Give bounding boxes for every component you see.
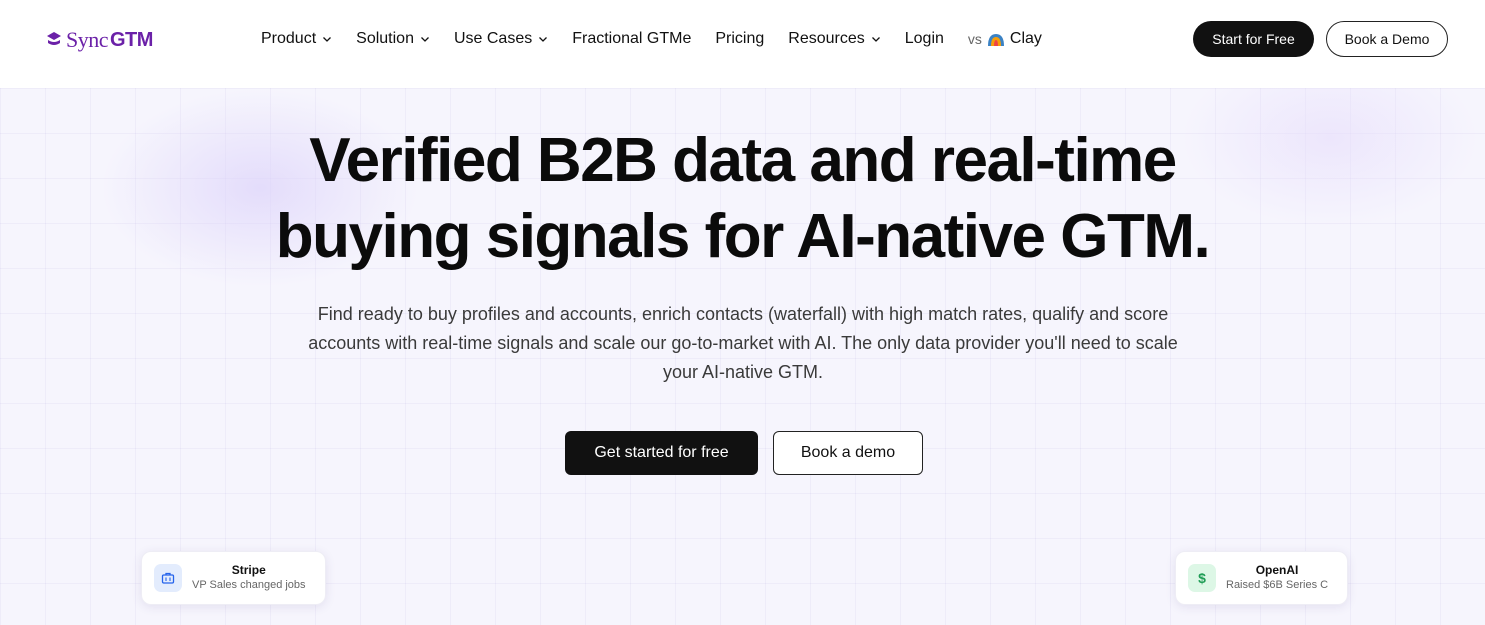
vs-prefix: vs xyxy=(967,31,982,47)
menu-label: Resources xyxy=(788,30,865,47)
chevron-down-icon xyxy=(539,37,548,42)
signal-card-stripe: Stripe VP Sales changed jobs xyxy=(141,551,326,605)
chevron-down-icon xyxy=(323,37,332,42)
book-demo-button[interactable]: Book a demo xyxy=(773,431,923,475)
card-subtitle: VP Sales changed jobs xyxy=(192,579,306,591)
hero-headline-line2: buying signals for AI-native GTM. xyxy=(275,202,1211,271)
menu-item-solution[interactable]: Solution xyxy=(356,30,430,48)
clay-logo-icon xyxy=(987,34,1004,46)
vs-label: Clay xyxy=(1009,30,1042,47)
hero-section: Verified B2B data and real-time buying s… xyxy=(0,88,1485,625)
menu-item-use-cases[interactable]: Use Cases xyxy=(454,30,548,48)
menu-label: Use Cases xyxy=(453,30,533,47)
menu-item-product[interactable]: Product xyxy=(261,30,332,48)
menu-item-login[interactable]: Login xyxy=(905,30,944,48)
card-title: OpenAI xyxy=(1255,563,1299,577)
logo-mark-icon xyxy=(47,32,61,45)
menu-label: Login xyxy=(904,30,944,47)
main-menu: Product Solution Use Cases Fractional GT… xyxy=(261,28,1042,50)
menu-label: Solution xyxy=(356,30,414,47)
card-subtitle: Raised $6B Series C xyxy=(1226,579,1329,591)
card-text: Stripe VP Sales changed jobs xyxy=(192,563,306,593)
signal-card-openai: $ OpenAI Raised $6B Series C xyxy=(1175,551,1348,605)
start-for-free-button[interactable]: Start for Free xyxy=(1193,21,1314,57)
get-started-button[interactable]: Get started for free xyxy=(565,431,758,475)
menu-item-pricing[interactable]: Pricing xyxy=(715,30,764,48)
briefcase-icon xyxy=(154,564,182,592)
menu-label: Fractional GTMe xyxy=(572,30,692,47)
syncgtm-logo[interactable]: Sync GTM xyxy=(46,27,153,53)
book-a-demo-button[interactable]: Book a Demo xyxy=(1326,21,1448,57)
logo-text-gtm: GTM xyxy=(110,28,153,51)
menu-label: Product xyxy=(261,30,317,47)
chevron-down-icon xyxy=(421,37,429,42)
menu-label: Pricing xyxy=(715,30,765,47)
menu-item-fractional-gtme[interactable]: Fractional GTMe xyxy=(572,30,691,48)
dollar-icon: $ xyxy=(1188,564,1216,592)
hero-headline-line1: Verified B2B data and real-time xyxy=(309,126,1177,195)
card-text: OpenAI Raised $6B Series C xyxy=(1226,563,1328,593)
menu-item-resources[interactable]: Resources xyxy=(788,30,880,48)
vs-clay-link[interactable]: vs Clay xyxy=(968,30,1042,48)
card-title: Stripe xyxy=(231,563,266,577)
chevron-down-icon xyxy=(871,37,880,42)
logo-text-sync: Sync xyxy=(66,27,109,52)
hero-subtext: Find ready to buy profiles and accounts,… xyxy=(308,304,1178,382)
top-navigation: Sync GTM Product Solution Use Cases Fract… xyxy=(0,0,1485,88)
